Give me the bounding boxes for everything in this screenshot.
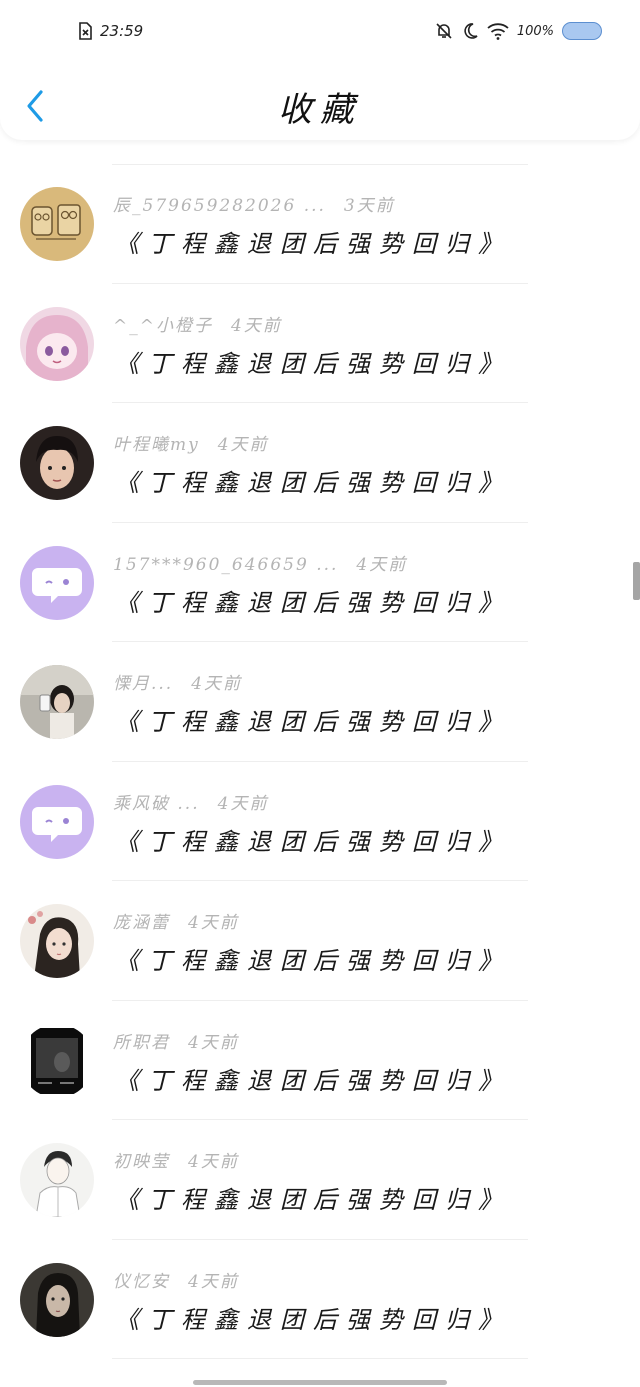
scrollbar-thumb[interactable] [633, 562, 640, 600]
author-name[interactable]: 乘风破 ... [113, 794, 200, 814]
post-time: 4天前 [191, 674, 243, 694]
avatar[interactable] [20, 1143, 94, 1217]
author-name[interactable]: 庞涵蕾 [113, 913, 170, 933]
list-divider [112, 1358, 528, 1359]
battery-icon [562, 22, 602, 40]
status-left: 23:59 [78, 22, 143, 40]
favorites-list: 辰_579659282026 ... 3天前 《丁程鑫退团后强势回归》 ^_^小橙… [0, 164, 640, 1359]
home-indicator[interactable] [193, 1380, 447, 1385]
avatar[interactable] [20, 545, 94, 620]
post-time: 4天前 [188, 1271, 239, 1292]
post-time: 4天前 [356, 554, 408, 575]
avatar[interactable] [20, 665, 94, 739]
post-time: 4天前 [217, 435, 269, 455]
status-bar: 23:59 100% [0, 0, 640, 66]
list-item[interactable]: 仪忆安 4天前 《丁程鑫退团后强势回归》 [0, 1240, 640, 1359]
author-name[interactable]: 仪忆安 [113, 1272, 170, 1292]
status-right: 100% [435, 22, 602, 40]
list-item[interactable]: 所职君 4天前 《丁程鑫退团后强势回归》 [0, 1001, 640, 1120]
list-item[interactable]: 叶程曦my 4天前 《丁程鑫退团后强势回归》 [0, 403, 640, 523]
page-title: 收藏 [278, 90, 362, 130]
author-name[interactable]: 慄月... [113, 674, 173, 694]
post-title[interactable]: 《丁程鑫退团后强势回归》 [115, 702, 511, 737]
post-title[interactable]: 《丁程鑫退团后强势回归》 [115, 1180, 511, 1215]
avatar[interactable] [20, 1023, 94, 1098]
post-time: 4天前 [231, 315, 282, 336]
moon-icon [461, 22, 479, 40]
author-name[interactable]: 157***960_646659 ... [113, 555, 338, 575]
list-item[interactable]: 庞涵蕾 4天前 《丁程鑫退团后强势回归》 [0, 881, 640, 1001]
battery-percent: 100% [516, 23, 554, 39]
avatar[interactable] [20, 784, 94, 859]
author-name[interactable]: 叶程曦my [113, 435, 200, 455]
avatar[interactable] [20, 1262, 94, 1337]
list-item[interactable]: 慄月... 4天前 《丁程鑫退团后强势回归》 [0, 642, 640, 762]
author-name[interactable]: 所职君 [113, 1033, 170, 1053]
post-title[interactable]: 《丁程鑫退团后强势回归》 [115, 1061, 511, 1096]
author-name[interactable]: ^_^小橙子 [113, 316, 213, 336]
post-title[interactable]: 《丁程鑫退团后强势回归》 [115, 583, 511, 618]
sim-error-icon [78, 22, 92, 40]
top-bar: 23:59 100% 收藏 [0, 0, 640, 140]
author-name[interactable]: 初映莹 [113, 1152, 170, 1172]
post-title[interactable]: 《丁程鑫退团后强势回归》 [115, 941, 511, 976]
list-item[interactable]: 辰_579659282026 ... 3天前 《丁程鑫退团后强势回归》 [0, 164, 640, 284]
post-title[interactable]: 《丁程鑫退团后强势回归》 [115, 344, 511, 379]
post-time: 4天前 [188, 913, 239, 933]
post-title[interactable]: 《丁程鑫退团后强势回归》 [115, 822, 511, 857]
author-name[interactable]: 辰_579659282026 ... [113, 196, 326, 216]
post-title[interactable]: 《丁程鑫退团后强势回归》 [115, 1300, 511, 1335]
avatar[interactable] [20, 187, 94, 261]
mute-bell-icon [435, 22, 453, 40]
status-time: 23:59 [100, 22, 144, 40]
nav-bar: 收藏 [0, 70, 640, 140]
avatar[interactable] [20, 904, 94, 978]
list-item[interactable]: 乘风破 ... 4天前 《丁程鑫退团后强势回归》 [0, 762, 640, 881]
list-item[interactable]: 初映莹 4天前 《丁程鑫退团后强势回归》 [0, 1120, 640, 1240]
avatar[interactable] [20, 426, 94, 500]
post-time: 4天前 [217, 793, 269, 814]
post-time: 4天前 [188, 1152, 239, 1172]
list-item[interactable]: ^_^小橙子 4天前 《丁程鑫退团后强势回归》 [0, 284, 640, 403]
post-time: 4天前 [188, 1032, 239, 1053]
post-time: 3天前 [343, 196, 395, 216]
avatar[interactable] [20, 306, 94, 381]
list-item[interactable]: 157***960_646659 ... 4天前 《丁程鑫退团后强势回归》 [0, 523, 640, 642]
post-title[interactable]: 《丁程鑫退团后强势回归》 [115, 224, 511, 259]
wifi-icon [487, 22, 509, 40]
post-title[interactable]: 《丁程鑫退团后强势回归》 [115, 463, 511, 498]
